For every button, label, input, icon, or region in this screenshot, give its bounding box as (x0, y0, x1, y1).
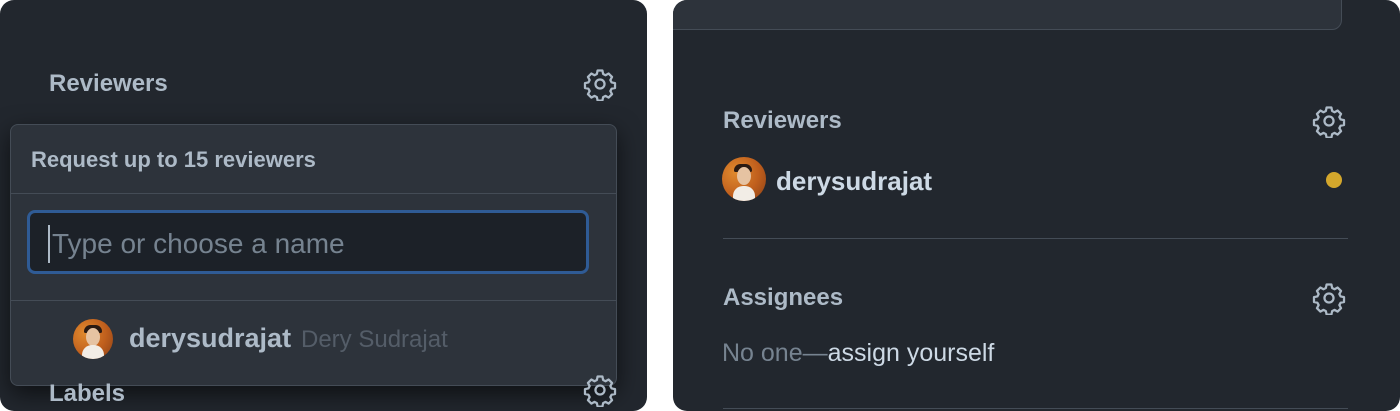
suggestion-fullname: Dery Sudrajat (301, 326, 448, 353)
reviewer-select-popup: Request up to 15 reviewers derysudrajat … (10, 124, 617, 386)
reviewers-heading[interactable]: Reviewers (49, 70, 168, 98)
previous-box-edge (673, 0, 1342, 30)
suggestion-login: derysudrajat (129, 323, 292, 353)
popup-header: Request up to 15 reviewers (11, 125, 616, 194)
suggestion-item[interactable]: derysudrajat Dery Sudrajat (11, 301, 616, 377)
labels-heading[interactable]: Labels (49, 380, 125, 408)
reviewers-sidebar-result: Reviewers derysudrajat Assignees No one—… (673, 0, 1400, 411)
reviewers-sidebar-editing: Reviewers Request up to 15 reviewers der… (0, 0, 647, 411)
no-assignees-text: No one— (722, 339, 828, 367)
gear-icon[interactable] (583, 373, 617, 407)
gear-icon[interactable] (583, 67, 617, 101)
gear-icon[interactable] (1312, 281, 1346, 315)
divider (723, 408, 1348, 409)
avatar (722, 157, 766, 201)
assignees-heading[interactable]: Assignees (723, 284, 843, 312)
reviewer-filter-input[interactable] (48, 225, 574, 263)
pending-review-dot (1326, 172, 1342, 188)
reviewer-login[interactable]: derysudrajat (776, 166, 932, 197)
filter-container (11, 194, 616, 301)
assign-yourself-link[interactable]: assign yourself (828, 339, 995, 367)
divider (723, 238, 1348, 239)
reviewer-filter-field[interactable] (27, 210, 589, 274)
reviewers-heading[interactable]: Reviewers (723, 107, 842, 135)
assignees-empty-line: No one—assign yourself (722, 339, 994, 368)
gear-icon[interactable] (1312, 104, 1346, 138)
avatar (73, 319, 113, 359)
popup-title: Request up to 15 reviewers (31, 147, 316, 172)
